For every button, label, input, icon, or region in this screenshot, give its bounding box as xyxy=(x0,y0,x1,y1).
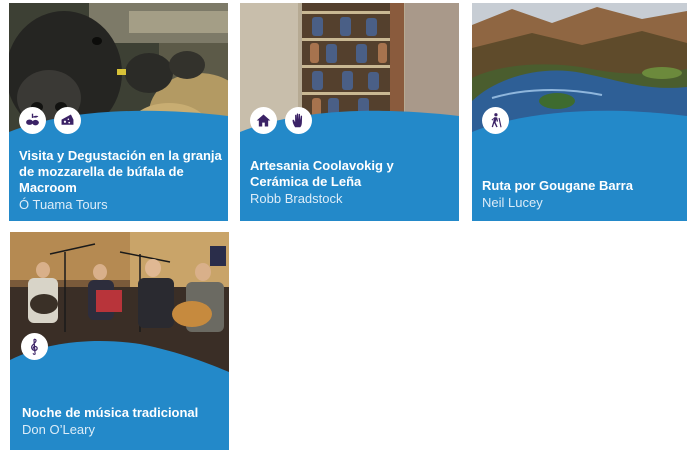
card-author: Don O’Leary xyxy=(22,422,95,437)
experience-card-pottery[interactable]: Artesania Coolavokig y Cerámica de Leña … xyxy=(240,3,459,221)
card-title: Ruta por Gougane Barra xyxy=(482,178,633,193)
card-text: Ruta por Gougane Barra Neil Lucey xyxy=(482,178,681,211)
experience-card-music-night[interactable]: Noche de música tradicional Don O’Leary xyxy=(10,232,229,450)
card-author: Ó Tuama Tours xyxy=(19,197,108,212)
treble-clef-icon xyxy=(21,333,48,360)
olives-icon xyxy=(19,107,46,134)
card-author: Neil Lucey xyxy=(482,195,543,210)
card-title: Visita y Degustación en la granja de moz… xyxy=(19,148,222,195)
card-title: Artesania Coolavokig y Cerámica de Leña xyxy=(250,158,394,189)
house-icon xyxy=(250,107,277,134)
experience-card-buffalo-farm[interactable]: Visita y Degustación en la granja de moz… xyxy=(9,3,228,221)
experience-card-gougane-barra[interactable]: Ruta por Gougane Barra Neil Lucey xyxy=(472,3,687,221)
card-text: Noche de música tradicional Don O’Leary xyxy=(22,405,223,438)
card-text: Artesania Coolavokig y Cerámica de Leña … xyxy=(250,158,453,207)
card-text: Visita y Degustación en la granja de moz… xyxy=(19,148,222,213)
cheese-icon xyxy=(54,107,81,134)
card-author: Robb Bradstock xyxy=(250,191,343,206)
hiker-icon xyxy=(482,107,509,134)
hand-icon xyxy=(285,107,312,134)
card-title: Noche de música tradicional xyxy=(22,405,199,420)
